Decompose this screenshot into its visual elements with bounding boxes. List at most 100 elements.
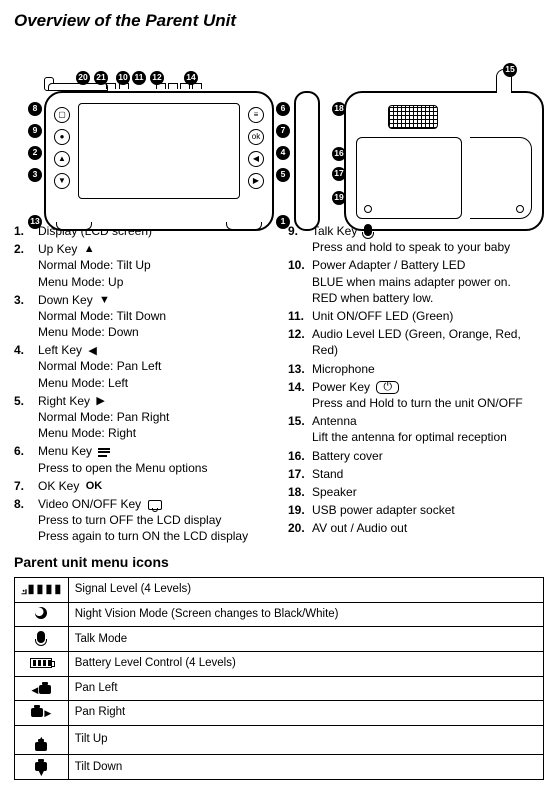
feature-desc: Menu Mode: Right [38,425,270,441]
device-side-view [294,91,320,231]
feature-item: 4.Left Key ◀Normal Mode: Pan LeftMenu Mo… [14,342,270,391]
table-row: Battery Level Control (4 Levels) [15,652,544,677]
feature-name: Battery cover [312,449,383,463]
tilt-up-icon: ▲ [35,737,47,751]
feature-desc: Press again to turn ON the LCD display [38,528,270,544]
callout-8: 8 [28,102,42,116]
feature-number: 8. [14,496,38,545]
feature-name: Power Adapter / Battery LED [312,258,465,272]
feature-name: Video ON/OFF Key [38,497,141,511]
icon-label: Pan Right [68,701,543,726]
feature-item: 7.OK Key OK [14,478,270,494]
callout-6: 6 [276,102,290,116]
device-front-view: ▢ ● ▲ ▼ ≡ ok ◀ ▶ [44,91,274,231]
feature-number: 7. [14,478,38,494]
feature-number: 2. [14,241,38,290]
table-row: Talk Mode [15,627,544,652]
feature-item: 16.Battery cover [288,448,544,464]
callout-14: 14 [184,71,198,85]
feature-desc: Press and hold to speak to your baby [312,239,544,255]
feature-item: 18.Speaker [288,484,544,500]
feature-number: 12. [288,326,312,358]
feature-item: 6.Menu Key Press to open the Menu option… [14,443,270,475]
pan-right-icon: ▶ [31,707,51,719]
feature-item: 10.Power Adapter / Battery LED BLUE when… [288,257,544,306]
feature-number: 16. [288,448,312,464]
device-back-view [344,91,544,231]
table-row: ◀Pan Left [15,676,544,701]
icons-table: ⟓▮▮▮▮Signal Level (4 Levels)Night Vision… [14,577,544,780]
icons-subtitle: Parent unit menu icons [14,553,544,572]
feature-item: 3.Down Key ▼Normal Mode: Tilt DownMenu M… [14,292,270,341]
callout-20: 20 [76,71,90,85]
feature-item: 11.Unit ON/OFF LED (Green) [288,308,544,324]
feature-number: 6. [14,443,38,475]
feature-desc: Press to turn OFF the LCD display [38,512,270,528]
feature-item: 13.Microphone [288,361,544,377]
feature-item: 15.Antenna Lift the antenna for optimal … [288,413,544,445]
feature-desc: Menu Mode: Left [38,375,270,391]
feature-desc: Lift the antenna for optimal reception [312,429,544,445]
callout-21: 21 [94,71,108,85]
page-title: Overview of the Parent Unit [14,10,544,33]
icon-label: Tilt Down [68,755,543,780]
feature-name: OK Key [38,479,79,493]
mic-icon [37,631,45,643]
feature-number: 10. [288,257,312,306]
device-diagram: ▢ ● ▲ ▼ ≡ ok ◀ ▶ 8 9 2 3 13 6 7 4 5 1 20… [14,39,544,219]
feature-item: 19.USB power adapter socket [288,502,544,518]
feature-name: Speaker [312,485,357,499]
feature-list: 1.Display (LCD screen) 2.Up Key ▲Normal … [14,223,544,547]
feature-item: 5.Right Key ▶Normal Mode: Pan RightMenu … [14,393,270,442]
feature-desc: Normal Mode: Pan Left [38,358,270,374]
callout-3: 3 [28,168,42,182]
table-row: ▼ Tilt Down [15,755,544,780]
battery-icon [30,658,52,668]
callout-18: 18 [332,102,346,116]
feature-name: AV out / Audio out [312,521,407,535]
callout-11: 11 [132,71,146,85]
feature-desc: Press to open the Menu options [38,460,270,476]
feature-number: 5. [14,393,38,442]
feature-item: 17.Stand [288,466,544,482]
feature-name: Menu Key [38,444,92,458]
callout-19: 19 [332,191,346,205]
moon-icon [35,607,47,619]
table-row: ▲Tilt Up [15,725,544,754]
feature-desc: Normal Mode: Tilt Down [38,308,270,324]
icon-label: Pan Left [68,676,543,701]
callout-1: 1 [276,215,290,229]
feature-name: Microphone [312,362,375,376]
table-row: Night Vision Mode (Screen changes to Bla… [15,602,544,627]
tilt-down-icon: ▼ [35,762,47,776]
feature-number: 4. [14,342,38,391]
feature-desc: Menu Mode: Up [38,274,270,290]
feature-number: 3. [14,292,38,341]
feature-name: Right Key [38,394,90,408]
feature-name: USB power adapter socket [312,503,455,517]
feature-name: Down Key [38,293,93,307]
feature-desc: Press and Hold to turn the unit ON/OFF [312,395,544,411]
feature-item: 2.Up Key ▲Normal Mode: Tilt UpMenu Mode:… [14,241,270,290]
icon-label: Talk Mode [68,627,543,652]
feature-name: Audio Level LED (Green, Orange, Red, Red… [312,327,521,357]
icon-label: Night Vision Mode (Screen changes to Bla… [68,602,543,627]
callout-5: 5 [276,168,290,182]
callout-17: 17 [332,167,346,181]
table-row: ▶ Pan Right [15,701,544,726]
feature-number: 15. [288,413,312,445]
feature-name: Left Key [38,343,82,357]
callout-16: 16 [332,147,346,161]
feature-item: 8.Video ON/OFF Key Press to turn OFF the… [14,496,270,545]
feature-desc: BLUE when mains adapter power on. [312,274,544,290]
signal-icon: ⟓▮▮▮▮ [21,582,62,597]
feature-desc: RED when battery low. [312,290,544,306]
callout-10: 10 [116,71,130,85]
feature-desc: Menu Mode: Down [38,324,270,340]
callout-12: 12 [150,71,164,85]
table-row: ⟓▮▮▮▮Signal Level (4 Levels) [15,578,544,603]
callout-7: 7 [276,124,290,138]
feature-name: Stand [312,467,343,481]
feature-name: Up Key [38,242,77,256]
callout-15: 15 [503,63,517,77]
